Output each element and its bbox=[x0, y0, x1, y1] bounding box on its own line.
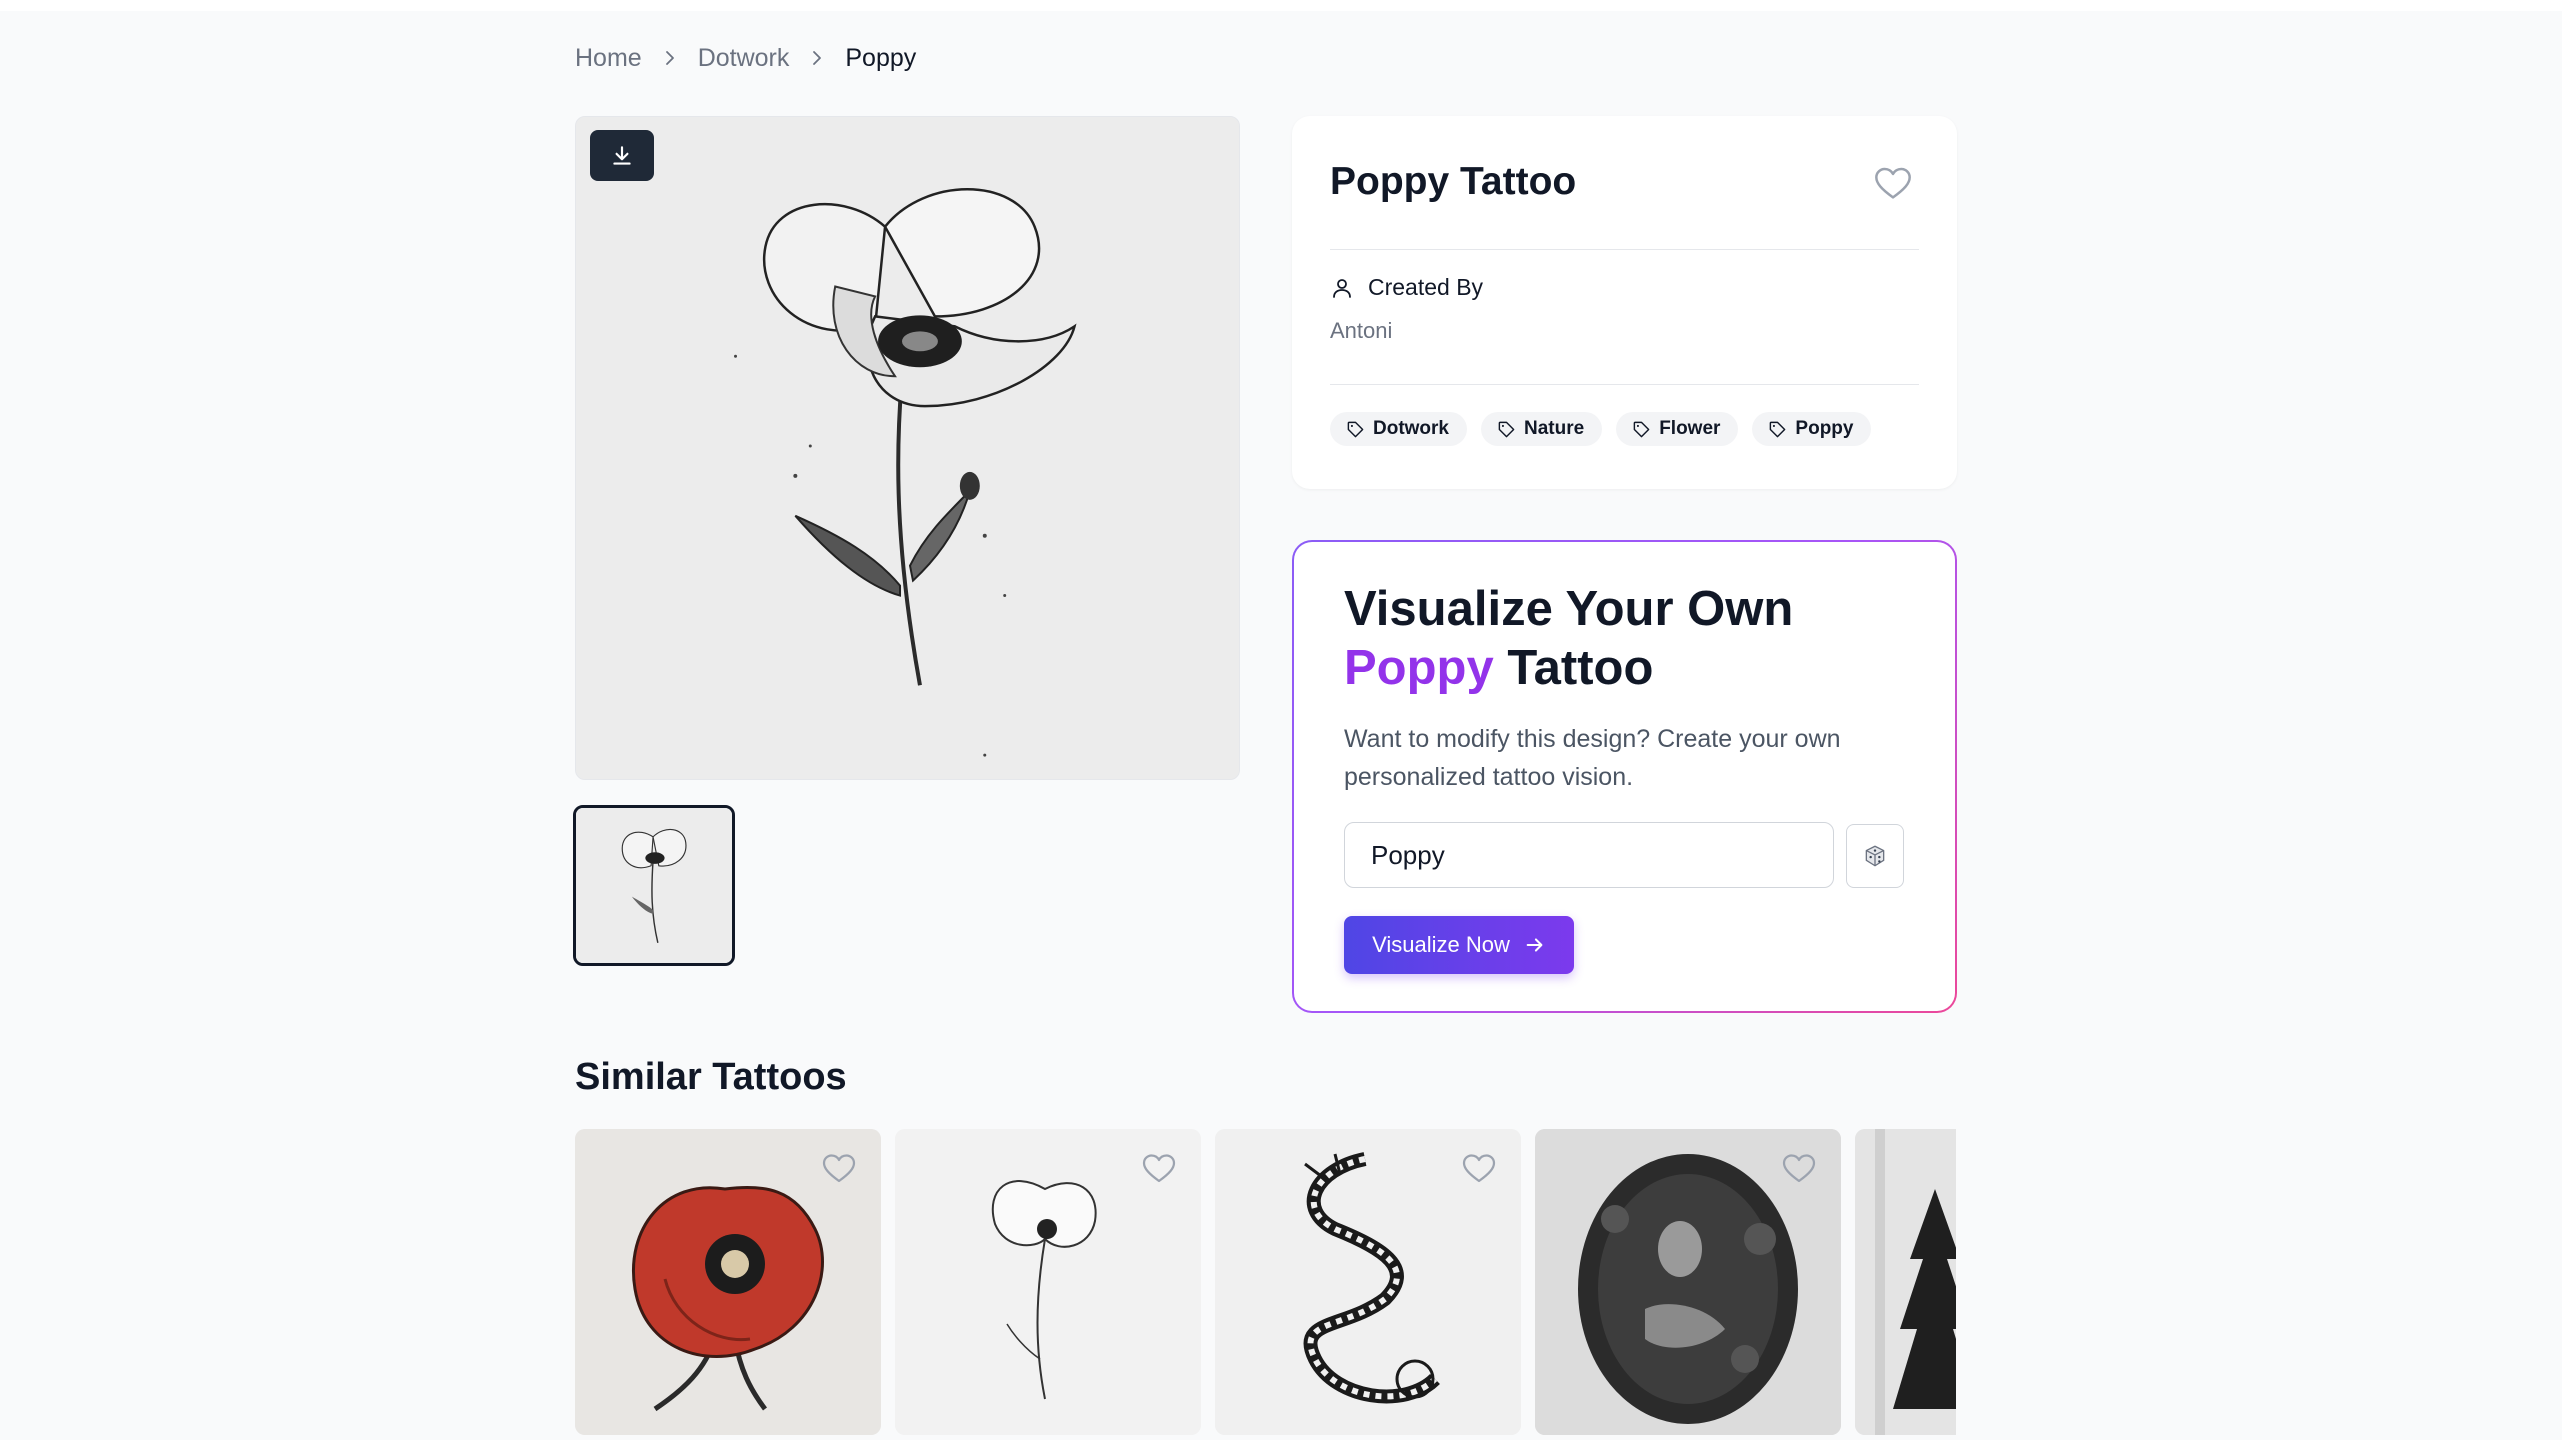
visualize-now-button[interactable]: Visualize Now bbox=[1344, 916, 1574, 974]
favorite-button[interactable] bbox=[1781, 1151, 1817, 1187]
divider bbox=[1330, 384, 1919, 385]
favorite-button[interactable] bbox=[1141, 1151, 1177, 1187]
pine-forest-image bbox=[1855, 1129, 1956, 1435]
visualize-now-label: Visualize Now bbox=[1372, 932, 1510, 957]
favorite-button[interactable] bbox=[1461, 1151, 1497, 1187]
similar-tattoo-card[interactable] bbox=[1535, 1129, 1841, 1435]
favorite-button[interactable] bbox=[821, 1151, 857, 1187]
tag-list: Dotwork Nature Flower Poppy bbox=[1330, 412, 1872, 446]
tag-label: Nature bbox=[1524, 418, 1585, 439]
breadcrumb: Home Dotwork Poppy bbox=[575, 42, 916, 74]
tattoo-info-card: Poppy Tattoo Created By Antoni Dotwork N… bbox=[1292, 116, 1957, 489]
heart-icon bbox=[1782, 1154, 1816, 1183]
created-by-label: Created By bbox=[1368, 274, 1484, 300]
breadcrumb-current: Poppy bbox=[845, 43, 917, 72]
visualize-title-accent: Poppy bbox=[1344, 641, 1494, 695]
random-prompt-button[interactable] bbox=[1846, 824, 1904, 888]
top-bar bbox=[0, 0, 2562, 11]
main-tattoo-image[interactable] bbox=[575, 116, 1240, 780]
heart-icon bbox=[822, 1154, 856, 1183]
arrow-right-icon bbox=[1526, 938, 1543, 952]
tag-nature[interactable]: Nature bbox=[1481, 412, 1603, 446]
visualize-title-line1: Visualize Your Own bbox=[1344, 582, 1794, 636]
tag-icon bbox=[1633, 421, 1650, 437]
similar-tattoo-card[interactable] bbox=[575, 1129, 881, 1435]
user-icon bbox=[1330, 276, 1354, 300]
heart-icon bbox=[1462, 1154, 1496, 1183]
tag-label: Dotwork bbox=[1373, 418, 1449, 439]
chevron-right-icon bbox=[807, 48, 827, 68]
visualize-card: Visualize Your Own Poppy Tattoo Want to … bbox=[1292, 540, 1957, 1013]
page-title: Poppy Tattoo bbox=[1330, 160, 1577, 203]
visualize-title-rest: Tattoo bbox=[1493, 641, 1654, 695]
creator-name: Antoni bbox=[1330, 318, 1393, 343]
divider bbox=[1330, 249, 1919, 250]
tag-dotwork[interactable]: Dotwork bbox=[1330, 412, 1467, 446]
download-icon bbox=[609, 143, 635, 169]
tag-icon bbox=[1347, 421, 1364, 437]
similar-tattoo-card[interactable] bbox=[895, 1129, 1201, 1435]
created-by-row: Created By bbox=[1330, 274, 1483, 301]
tag-label: Flower bbox=[1659, 418, 1721, 439]
tag-icon bbox=[1498, 421, 1515, 437]
breadcrumb-dotwork[interactable]: Dotwork bbox=[698, 44, 790, 73]
tag-icon bbox=[1770, 421, 1786, 437]
dice-icon bbox=[1865, 845, 1885, 867]
heart-icon bbox=[1142, 1154, 1176, 1183]
download-button[interactable] bbox=[590, 130, 654, 181]
favorite-button[interactable] bbox=[1873, 164, 1913, 204]
similar-tattoo-card[interactable] bbox=[1215, 1129, 1521, 1435]
prompt-input[interactable] bbox=[1344, 822, 1834, 888]
similar-tattoos-carousel[interactable] bbox=[575, 1129, 1956, 1436]
similar-tattoos-title: Similar Tattoos bbox=[575, 1056, 847, 1098]
similar-tattoo-card[interactable] bbox=[1855, 1129, 1956, 1435]
visualize-description: Want to modify this design? Create your … bbox=[1344, 725, 1841, 791]
tag-poppy[interactable]: Poppy bbox=[1752, 412, 1872, 446]
heart-icon bbox=[1875, 167, 1911, 199]
tag-label: Poppy bbox=[1795, 418, 1854, 439]
poppy-illustration bbox=[576, 117, 1239, 779]
chevron-right-icon bbox=[660, 48, 680, 68]
breadcrumb-home[interactable]: Home bbox=[575, 44, 642, 73]
tag-flower[interactable]: Flower bbox=[1616, 412, 1739, 446]
thumbnail-image[interactable] bbox=[573, 805, 735, 966]
visualize-title: Visualize Your Own Poppy Tattoo bbox=[1344, 580, 1904, 698]
